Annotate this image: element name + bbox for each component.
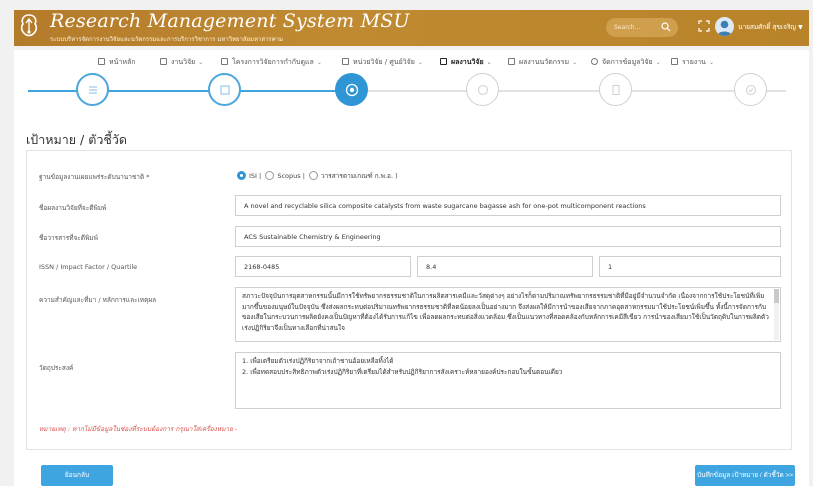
database-label: ฐานข้อมูลงานเผยแพร่ระดับนานาชาติ * <box>39 173 150 181</box>
radio-tci[interactable] <box>309 171 318 180</box>
folder-icon <box>219 84 230 95</box>
objectives-label: วัตถุประสงค์ <box>39 364 74 372</box>
app-title: Research Management System MSU <box>50 10 410 32</box>
step-1[interactable] <box>76 73 109 106</box>
importance-text: สภาวะปัจจุบันการอุตสาหกรรมนั้นมีการใช้ทร… <box>242 292 769 332</box>
check-icon <box>745 84 756 95</box>
separator: | <box>302 172 305 180</box>
nav-item-manage-data[interactable]: จัดการข้อมูลวิจัย ⌄ <box>591 57 661 68</box>
objective-line: 2. เพื่อทดสอบประสิทธิภาพตัวเร่งปฏิกิริยา… <box>242 367 563 376</box>
chevron-down-icon: ▼ <box>798 24 803 31</box>
chevron-down-icon: ⌄ <box>486 59 492 66</box>
objectives-textarea[interactable]: 1. เพื่อเตรียมตัวเร่งปฏิกิริยาจากเถ้าชาน… <box>235 352 781 409</box>
user-icon <box>717 20 732 36</box>
bulb-icon <box>508 58 515 65</box>
chevron-down-icon: ⌄ <box>708 59 714 66</box>
nav-item-label: รายงาน <box>682 58 706 66</box>
article-title-label: ชื่อผลงานวิจัยที่จะตีพิมพ์ <box>39 204 107 212</box>
stepper-line-pending <box>366 90 786 92</box>
separator: ) <box>395 172 398 180</box>
avatar[interactable] <box>715 17 734 36</box>
radio-scopus[interactable] <box>265 171 275 180</box>
nav-item-reports[interactable]: รายงาน ⌄ <box>671 57 714 68</box>
user-name[interactable]: นายสมศักดิ์ สุขเจริญ ▼ <box>738 22 803 32</box>
objective-line: 1. เพื่อเตรียมตัวเร่งปฏิกิริยาจากเถ้าชาน… <box>242 357 394 365</box>
impact-factor-input[interactable]: 8.4 <box>417 256 593 277</box>
journal-name-input[interactable]: ACS Sustainable Chemistry & Engineering <box>235 226 781 247</box>
search-box[interactable] <box>606 18 678 37</box>
nav-item-research[interactable]: งานวิจัย ⌄ <box>160 57 203 68</box>
nav-item-label: ผลงานวิจัย <box>451 58 484 66</box>
form-panel: ฐานข้อมูลงานเผยแพร่ระดับนานาชาติ * ISI |… <box>26 150 792 450</box>
scrollbar-thumb[interactable] <box>774 289 779 303</box>
back-button[interactable]: ย้อนกลับ <box>41 465 113 486</box>
top-header-bar: Research Management System MSU ระบบบริหา… <box>14 10 809 46</box>
nav-item-label: ผลงานนวัตกรรม <box>519 58 570 66</box>
nav-item-home[interactable]: หน้าหลัก <box>98 57 135 68</box>
chevron-down-icon: ⌄ <box>572 59 578 66</box>
list-icon <box>160 58 167 65</box>
radio-isi[interactable] <box>237 171 246 180</box>
journal-name-label: ชื่อวารสารที่จะตีพิมพ์ <box>39 234 98 242</box>
database-radio-group: ISI | Scopus | วารสารตามเกณฑ์ ก.พ.อ. ) <box>237 171 398 181</box>
article-title-input[interactable]: A novel and recyclable silica composite … <box>235 195 781 216</box>
step-4[interactable] <box>466 73 499 106</box>
chevron-down-icon: ⌄ <box>198 59 204 66</box>
stepper-line-complete <box>28 90 208 92</box>
document-icon <box>611 84 620 95</box>
section-title: เป้าหมาย / ตัวชี้วัด <box>26 132 127 147</box>
issn-input[interactable]: 2168-0485 <box>235 256 411 277</box>
coin-icon <box>477 84 488 95</box>
chevron-down-icon: ⌄ <box>316 59 322 66</box>
fullscreen-icon[interactable] <box>698 20 710 32</box>
search-icon[interactable] <box>661 22 671 32</box>
list-icon <box>88 85 97 94</box>
folder-icon <box>221 58 228 65</box>
nav-item-label: โครงการวิจัยการกำกับดูแล <box>232 58 314 66</box>
radio-tci-label: วารสารตามเกณฑ์ ก.พ.อ. <box>321 172 394 180</box>
step-5[interactable] <box>599 73 632 106</box>
nav-item-label: งานวิจัย <box>171 58 196 66</box>
step-6[interactable] <box>734 73 767 106</box>
radio-isi-label: ISI <box>249 172 257 180</box>
flask-icon <box>440 58 447 65</box>
home-icon <box>98 58 105 65</box>
report-icon <box>671 58 678 65</box>
user-name-label: นายสมศักดิ์ สุขเจริญ <box>738 23 796 31</box>
nav-item-innovation[interactable]: ผลงานนวัตกรรม ⌄ <box>508 57 577 68</box>
main-nav: หน้าหลัก งานวิจัย ⌄ โครงการวิจัยการกำกับด… <box>14 50 809 76</box>
app-window: Research Management System MSU ระบบบริหา… <box>0 0 813 486</box>
form-card: เป้าหมาย / ตัวชี้วัด ฐานข้อมูลงานเผยแพร่… <box>14 112 809 486</box>
target-icon <box>345 83 358 96</box>
issn-label: ISSN / Impact Factor / Quartile <box>39 263 138 271</box>
nav-item-label: หน่วยวิจัย / ศูนย์วิจัย <box>353 58 415 66</box>
separator: | <box>259 172 262 180</box>
chevron-down-icon: ⌄ <box>417 59 423 66</box>
chevron-down-icon: ⌄ <box>655 59 661 66</box>
nav-item-label: หน้าหลัก <box>109 58 136 66</box>
quartile-input[interactable]: 1 <box>599 256 781 277</box>
save-button[interactable]: บันทึกข้อมูล เป้าหมาย / ตัวชี้วัด >> <box>695 465 795 486</box>
progress-stepper <box>14 73 809 112</box>
importance-label: ความสำคัญและที่มา / หลักการและเหตุผล <box>39 296 157 304</box>
search-input[interactable] <box>614 21 658 34</box>
nav-item-projects[interactable]: โครงการวิจัยการกำกับดูแล ⌄ <box>221 57 322 68</box>
building-icon <box>342 58 349 65</box>
app-subtitle: ระบบบริหารจัดการงานวิจัยและนวัตกรรมและกา… <box>50 36 283 43</box>
form-note: หมายเหตุ : หากไม่มีข้อมูลในช่องที่ระบบต้… <box>39 425 238 433</box>
importance-textarea[interactable]: สภาวะปัจจุบันการอุตสาหกรรมนั้นมีการใช้ทร… <box>235 287 781 342</box>
step-3[interactable] <box>335 73 368 106</box>
logo-icon <box>20 14 38 37</box>
nav-item-research-output[interactable]: ผลงานวิจัย ⌄ <box>440 57 492 68</box>
radio-scopus-label: Scopus <box>277 172 301 180</box>
step-2[interactable] <box>208 73 241 106</box>
gear-icon <box>591 58 598 65</box>
nav-item-label: จัดการข้อมูลวิจัย <box>602 58 653 66</box>
nav-item-research-units[interactable]: หน่วยวิจัย / ศูนย์วิจัย ⌄ <box>342 57 423 68</box>
